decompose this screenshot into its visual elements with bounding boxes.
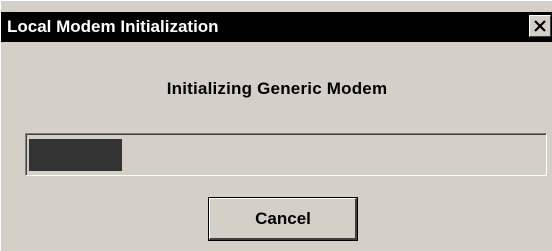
title-bar[interactable]: Local Modem Initialization <box>1 12 552 42</box>
progress-fill <box>29 139 122 171</box>
window-title: Local Modem Initialization <box>7 17 219 36</box>
cancel-button[interactable]: Cancel <box>208 197 358 241</box>
cancel-button-label: Cancel <box>255 209 311 228</box>
progress-bar <box>25 133 547 176</box>
close-icon <box>534 20 546 32</box>
dialog-window: Local Modem Initialization Initializing … <box>0 0 552 251</box>
status-message: Initializing Generic Modem <box>166 79 388 98</box>
close-button[interactable] <box>529 15 551 37</box>
